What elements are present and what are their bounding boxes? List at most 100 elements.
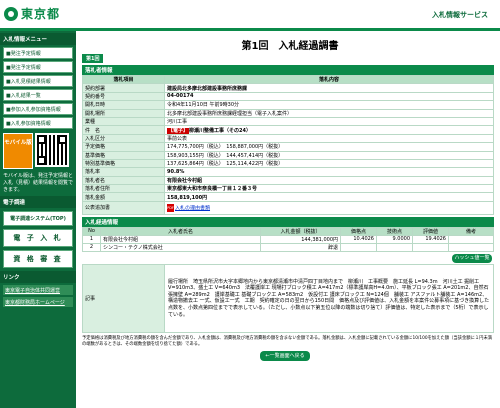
info-key: 開札日時 (82, 100, 165, 110)
mobile-badge[interactable]: モバイル版 (3, 133, 33, 169)
bid-amount: 辞退 (260, 242, 341, 252)
info-row: 落札者名 有限会社今村組 (82, 175, 494, 186)
tokyo-emblem-icon (4, 6, 18, 21)
info-row: 開札場所 北多摩北部建設事務所庶務課経理担当（電子入札案件） (82, 108, 494, 118)
col-bidder: 入札者氏名 (100, 226, 261, 236)
info-row: 契約部署 建設局北多摩北部建設事務所庶務課 (82, 83, 494, 93)
info-value: 【電子】柳瀬川整備工事（その24） (164, 125, 494, 135)
sidebar-item-5[interactable]: ■参加入札参加資格情報 (3, 103, 73, 115)
service-title-link[interactable]: 入札情報サービス (432, 10, 488, 20)
section-winner-info: 落札者情報 (82, 65, 494, 75)
info-row: 契約番号 04-00174 (82, 91, 494, 102)
notes-label: 記事 (82, 263, 165, 333)
sidebar-item-2[interactable]: ■発注予定情報 (3, 61, 73, 73)
col-amount: 入札金額（税抜） (260, 226, 341, 236)
info-row: 件 名【電子】柳瀬川整備工事（その24） (82, 125, 494, 135)
e-bidding-link[interactable]: 電 子 入 札 (3, 229, 73, 247)
bid-row: 2 シンコー・テクノ株式会社 辞退 (82, 242, 494, 252)
bid-price-point: 10.4026 (340, 234, 377, 244)
back-button-row: ←一覧画面へ戻る (80, 348, 500, 362)
project-name: 柳瀬川整備工事（その24） (189, 127, 251, 134)
info-value: 90.8% (164, 167, 494, 177)
notes-row: 記事 履行場所 埼玉県所沢市大字本郷地内から東京都清瀬市中清戸四丁目地内まで 柳… (82, 263, 494, 333)
back-to-list-button[interactable]: ←一覧画面へ戻る (260, 350, 310, 361)
info-value: 事前公表 (164, 133, 494, 144)
info-value: 建設局北多摩北部建設事務所庶務課 (164, 83, 494, 93)
sidebar-section-procurement: 電子調達 (0, 196, 76, 208)
col-price-point: 価格点 (340, 226, 377, 236)
notes-text: 履行場所 埼玉県所沢市大字本郷地内から東京都清瀬市中清戸四丁目地内まで 柳瀬川 … (164, 263, 494, 333)
page-title: 第1回 入札経過調書 (241, 41, 339, 52)
info-row: 特別基準価格 137,625,864円（税込） 125,114,422円（税抜） (82, 158, 494, 169)
info-header-row: 落札項目 落札内容 (82, 74, 494, 85)
bid-no: 2 (82, 242, 101, 252)
bid-amount: 144,381,000円 (260, 234, 341, 244)
info-key: 公表追加書 (82, 200, 165, 215)
bid-tech-point (376, 242, 413, 252)
col-tech-point: 技術点 (376, 226, 413, 236)
electronic-badge: 【電子】 (167, 127, 190, 134)
sidebar-item-4[interactable]: ■入札結果一覧 (3, 89, 73, 101)
procurement-top-link[interactable]: 電子調達システム(TOP) (3, 211, 73, 226)
info-value: 158,819,100円 (164, 192, 494, 202)
info-key: 開札場所 (82, 108, 165, 118)
public-docs-link[interactable]: 入札の理由書類 (175, 205, 210, 211)
sidebar-item-6[interactable]: ■入札参加資格情報 (3, 117, 73, 129)
bids-table: No 入札者氏名 入札金額（税抜） 価格点 技術点 評価値 備考 1 有限会社今… (82, 226, 494, 252)
notes-table: 記事 履行場所 埼玉県所沢市大字本郷地内から東京都清瀬市中清戸四丁目地内まで 柳… (82, 263, 494, 333)
sidebar-item-1[interactable]: ■発注予定情報 (3, 47, 73, 59)
info-key: 特別基準価格 (82, 158, 165, 169)
info-key: 落札者住所 (82, 184, 165, 194)
info-key: 入札区分 (82, 133, 165, 144)
info-value: 北多摩北部建設事務所庶務課経理担当（電子入札案件） (164, 108, 494, 118)
info-row: 落札率 90.8% (82, 167, 494, 177)
info-row: 公表追加書 PDF入札の理由書類 (82, 200, 494, 215)
round-badge: 第1回 (82, 54, 104, 63)
col-no: No (82, 226, 101, 236)
info-row: 基準価格 158,903,155円（税込） 144,457,414円（税抜） (82, 150, 494, 160)
bid-tech-point: 9.0000 (376, 234, 413, 244)
winner-info-table: 落札項目 落札内容 契約部署 建設局北多摩北部建設事務所庶務課 契約番号 04-00… (82, 74, 494, 215)
sidebar-item-3[interactable]: ■入札見積結果情報 (3, 75, 73, 87)
info-value: 河川工事 (164, 116, 494, 127)
info-value: 東京都東大和市奈良橋一丁目１２番３号 (164, 184, 494, 194)
info-row: 業種 河川工事 (82, 116, 494, 127)
info-key: 予定価格 (82, 142, 165, 152)
bid-name: シンコー・テクノ株式会社 (100, 242, 261, 252)
qualification-link[interactable]: 資 格 審 査 (3, 250, 73, 268)
mobile-block: モバイル版 (3, 133, 73, 169)
logo-text: 東京都 (21, 7, 61, 21)
hash-list-button[interactable]: ハッシュ値一覧 (452, 253, 492, 263)
bid-price-point (340, 242, 377, 252)
ext-link-joint[interactable]: 東京電子自治体共同運営 (3, 285, 73, 295)
info-row: 落札金額 158,819,100円 (82, 192, 494, 202)
bid-no: 1 (82, 234, 101, 244)
site-header: 東京都 入札情報サービス (0, 0, 500, 31)
main-content: 第1回 入札経過調書 第1回 落札者情報 落札項目 落札内容 契約部署 建設局北多… (80, 31, 500, 362)
col-note: 備考 (448, 226, 494, 236)
info-row: 予定価格 174,775,700円（税込） 158,887,000円（税抜） (82, 142, 494, 152)
info-key: 契約番号 (82, 91, 165, 102)
bid-name: 有限会社今村組 (100, 234, 261, 244)
tokyo-logo[interactable]: 東京都 (4, 5, 60, 22)
hash-button-row: ハッシュ値一覧 (80, 252, 500, 264)
info-value: 令和4年11月10日 午前9時30分 (164, 100, 494, 110)
col-score: 評価値 (412, 226, 449, 236)
info-row: 落札者住所 東京都東大和市奈良橋一丁目１２番３号 (82, 184, 494, 194)
bid-note (448, 242, 494, 252)
info-value: 04-00174 (164, 91, 494, 102)
info-key: 契約部署 (82, 83, 165, 93)
ext-link-finance[interactable]: 東京都財務局ホームページ (3, 297, 73, 307)
section-bid-history: 入札経過情報 (82, 216, 494, 227)
sidebar-section-menu: 入札情報メニュー (0, 33, 76, 45)
bid-score (412, 242, 449, 252)
info-key: 基準価格 (82, 150, 165, 160)
info-key: 業種 (82, 116, 165, 127)
info-key: 落札率 (82, 167, 165, 177)
footnote: 予定価格は消費税及び地方消費税の額を含んだ金額であり、入札金額は、消費税及び地方… (82, 335, 493, 347)
info-row: 開札日時 令和4年11月10日 午前9時30分 (82, 100, 494, 110)
info-value: 158,903,155円（税込） 144,457,414円（税抜） (164, 150, 494, 160)
info-row: 入札区分 事前公表 (82, 133, 494, 144)
info-value: 有限会社今村組 (164, 175, 494, 186)
bid-score: 19.4026 (412, 234, 449, 244)
